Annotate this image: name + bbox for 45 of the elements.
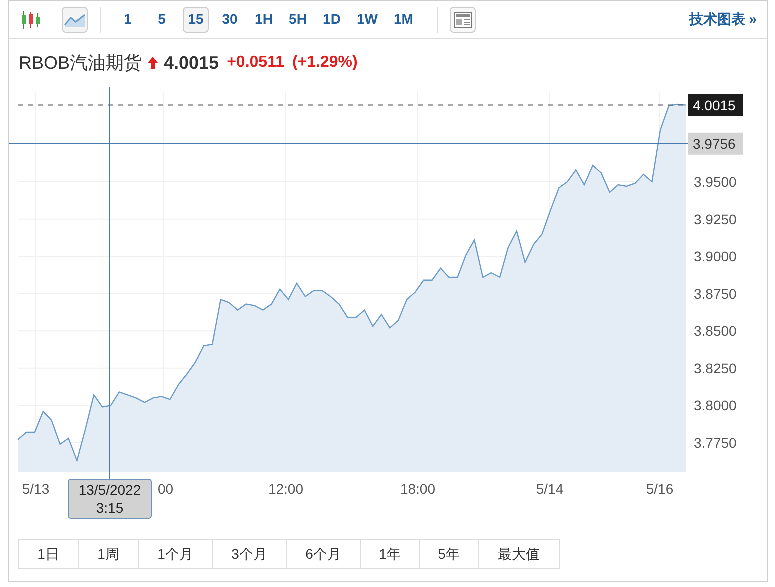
y-axis-label: 3.8500 <box>694 323 737 340</box>
range-tab[interactable]: 3个月 <box>212 539 287 569</box>
interval-tab[interactable]: 15 <box>183 6 209 32</box>
x-axis-label: 18:00 <box>400 481 436 497</box>
range-tab[interactable]: 1个月 <box>138 539 213 569</box>
interval-tab[interactable]: 5 <box>149 6 175 32</box>
y-axis-label: 3.8000 <box>694 398 737 414</box>
interval-tab[interactable]: 1M <box>390 6 418 32</box>
y-axis-label: 3.9000 <box>694 248 737 265</box>
y-axis-label: 3.7750 <box>694 434 737 451</box>
range-tab[interactable]: 1日 <box>18 539 79 569</box>
interval-tab[interactable]: 1W <box>353 6 382 32</box>
x-axis-label: 00 <box>158 481 174 497</box>
interval-tab[interactable]: 5H <box>285 6 311 32</box>
range-tab[interactable]: 5年 <box>419 539 479 569</box>
x-axis-label: 5/13 <box>22 481 50 497</box>
candlestick-icon[interactable] <box>20 8 42 30</box>
x-axis-label: 5/16 <box>646 481 674 497</box>
y-axis-label: 3.8750 <box>694 286 737 302</box>
ref-line-label: 4.0015 <box>693 97 736 114</box>
last-price: 4.0015 <box>164 52 220 74</box>
crosshair-value-badge: 3.9756 <box>688 132 743 155</box>
tooltip-time: 3:15 <box>96 499 124 517</box>
x-axis-label: 5/14 <box>536 481 564 497</box>
range-tab[interactable]: 6个月 <box>286 539 361 569</box>
y-axis-label: 3.8250 <box>694 360 737 376</box>
technical-chart-link[interactable]: 技术图表 » <box>689 9 757 30</box>
last-price-badge: 4.0015 <box>688 94 743 116</box>
interval-tab[interactable]: 1H <box>251 6 277 32</box>
y-axis-label: 3.9250 <box>694 211 737 228</box>
percent-change: (+1.29%) <box>292 53 358 73</box>
interval-tab[interactable]: 1D <box>319 6 345 32</box>
tooltip-date: 13/5/2022 <box>78 481 142 499</box>
x-axis-label: 12:00 <box>268 481 304 497</box>
range-tab[interactable]: 最大值 <box>478 539 560 569</box>
price-change: +0.0511 <box>227 53 284 73</box>
interval-tab[interactable]: 30 <box>217 6 243 32</box>
table-view-icon[interactable] <box>450 6 476 32</box>
y-axis-label: 3.9500 <box>694 174 737 190</box>
interval-tab[interactable]: 1 <box>115 6 141 32</box>
range-tab[interactable]: 1年 <box>360 539 420 569</box>
instrument-name: RBOB汽油期货 <box>19 52 142 74</box>
ref-line-label: 3.9756 <box>693 136 736 152</box>
line-chart-icon[interactable] <box>62 6 88 32</box>
range-tab[interactable]: 1周 <box>78 539 139 569</box>
